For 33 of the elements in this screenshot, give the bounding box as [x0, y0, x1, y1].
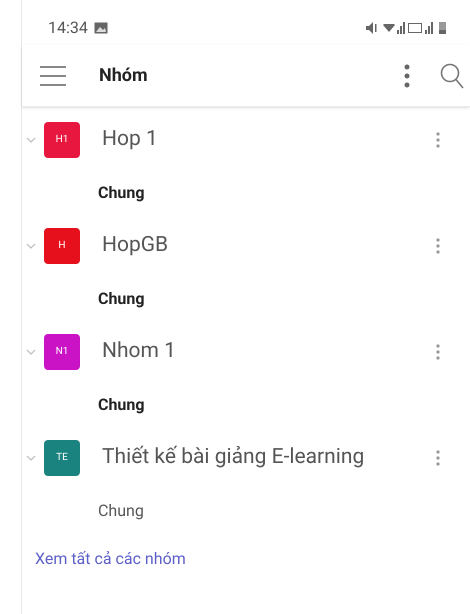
app-title: Nhóm: [99, 64, 148, 88]
wifi-icon: [383, 24, 395, 32]
image-icon: [94, 22, 108, 34]
chevron-down-icon[interactable]: [26, 348, 36, 354]
team-avatar: H: [44, 228, 80, 264]
channel-name[interactable]: Chung: [98, 286, 144, 310]
signal-icon: [397, 22, 405, 34]
channel-name[interactable]: Chung: [98, 498, 144, 522]
chevron-down-icon[interactable]: [26, 242, 36, 248]
mute-icon: [366, 22, 377, 34]
team-name[interactable]: Thiết kế bài giảng E-learning: [102, 442, 364, 474]
more-options-icon[interactable]: [404, 64, 410, 88]
battery-icon: [439, 22, 446, 34]
more-options-icon[interactable]: [436, 450, 440, 466]
signal-icon: [425, 22, 433, 34]
chevron-down-icon[interactable]: [26, 454, 36, 460]
chevron-down-icon[interactable]: [26, 136, 36, 142]
menu-button[interactable]: [40, 66, 66, 86]
channel-name[interactable]: Chung: [98, 392, 144, 416]
see-all-teams-link[interactable]: Xem tất cả các nhóm: [35, 547, 470, 571]
team-name[interactable]: Nhom 1: [102, 336, 176, 368]
team-avatar: TE: [44, 440, 80, 476]
lte-icon: [408, 22, 422, 32]
team-avatar: H1: [44, 122, 80, 158]
status-time: 14:34: [48, 16, 88, 38]
more-options-icon[interactable]: [436, 238, 440, 254]
search-icon[interactable]: [440, 62, 464, 88]
channel-name[interactable]: Chung: [98, 180, 144, 204]
team-name[interactable]: HopGB: [102, 230, 168, 262]
more-options-icon[interactable]: [436, 344, 440, 360]
team-avatar: N1: [44, 334, 80, 370]
team-name[interactable]: Hop 1: [102, 124, 158, 156]
more-options-icon[interactable]: [436, 132, 440, 148]
